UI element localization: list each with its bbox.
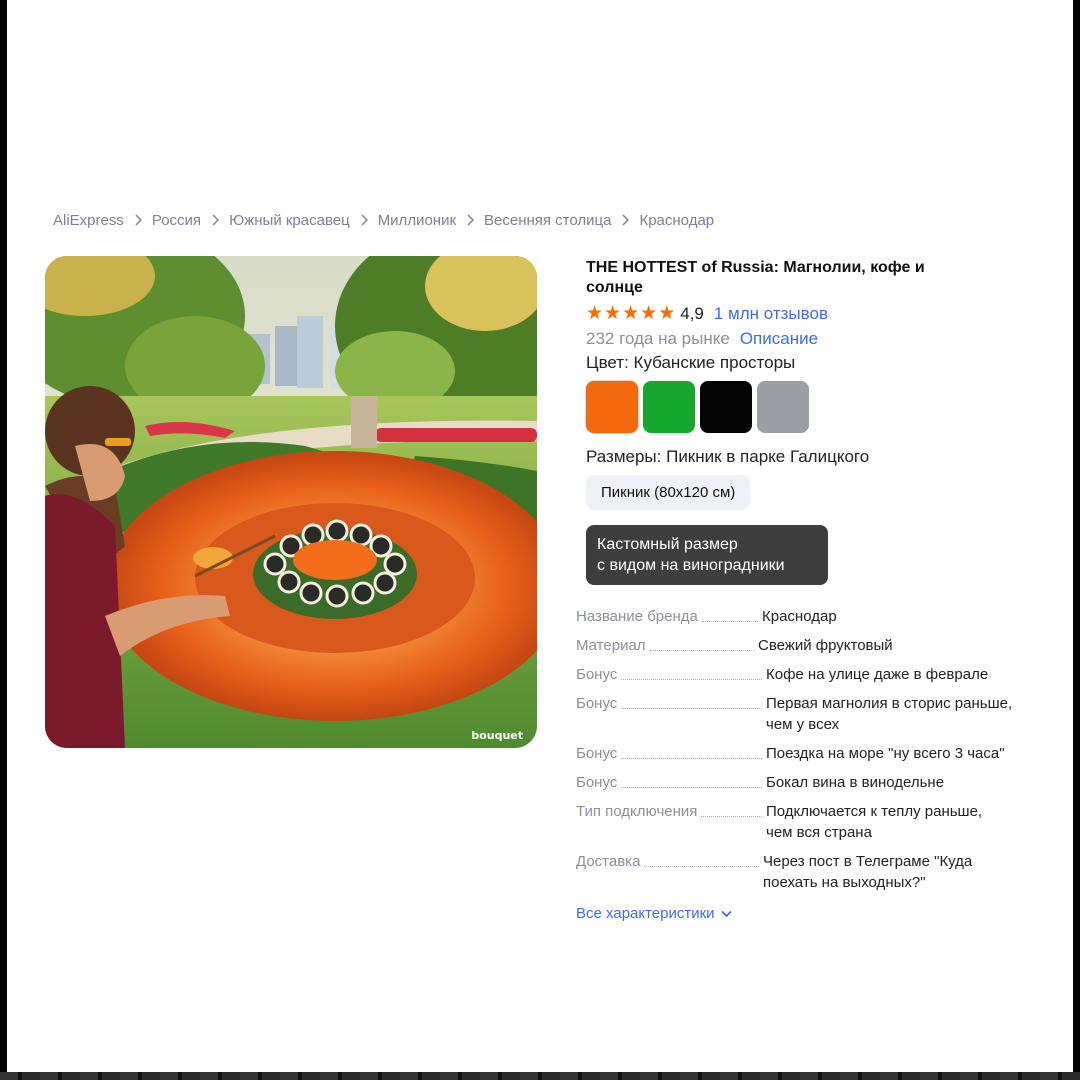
spec-value: Первая магнолия в сторис раньше, чем у в…	[766, 695, 1013, 733]
spec-value: Поездка на море "ну всего 3 часа"	[766, 745, 1005, 762]
custom-size-line1: Кастомный размер	[597, 536, 738, 553]
spec-value: Через пост в Телеграме "Куда поехать на …	[763, 853, 973, 891]
all-specs-label: Все характеристики	[576, 905, 715, 922]
spec-key: Доставка	[576, 853, 641, 870]
breadcrumb-item-aliexpress[interactable]: AliExpress	[53, 212, 124, 229]
spec-row: Доставка Через пост в Телеграме "Куда по…	[576, 851, 1046, 893]
dotted-leader	[621, 664, 762, 680]
dotted-leader	[701, 801, 762, 817]
size-label: Размеры: Пикник в парке Галицкого	[586, 447, 870, 466]
spec-value: Кофе на улице даже в феврале	[766, 666, 989, 683]
spec-row: Материал Свежий фруктовый	[576, 635, 1046, 656]
color-swatch-gray[interactable]	[757, 381, 809, 433]
bottom-edge	[0, 1072, 1080, 1080]
dotted-leader	[649, 635, 754, 651]
color-swatches	[586, 381, 1026, 433]
chevron-right-icon	[611, 212, 639, 229]
product-image[interactable]: bouquet	[45, 256, 537, 748]
star-icon: ★	[622, 303, 640, 324]
star-icon: ★	[658, 303, 676, 324]
chevron-right-icon	[350, 212, 378, 229]
reviews-link[interactable]: 1 млн отзывов	[714, 304, 828, 324]
spec-key: Бонус	[576, 774, 618, 791]
spec-key: Бонус	[576, 666, 618, 683]
dotted-leader	[621, 772, 762, 788]
all-specs-link[interactable]: Все характеристики	[576, 905, 732, 922]
color-label: Цвет: Кубанские просторы	[586, 353, 796, 372]
spec-value: Краснодар	[762, 608, 837, 625]
breadcrumb-item-spring-capital[interactable]: Весенняя столица	[484, 212, 611, 229]
product-info: THE HOTTEST of Russia: Магнолии, кофе и …	[586, 256, 1026, 585]
custom-size-line2: с видом на виноградники	[597, 557, 785, 574]
product-title: THE HOTTEST of Russia: Магнолии, кофе и …	[586, 259, 925, 296]
color-swatch-black[interactable]	[700, 381, 752, 433]
breadcrumb: AliExpress Россия Южный красавец Миллион…	[53, 212, 714, 229]
dotted-leader	[644, 851, 759, 867]
breadcrumb-item-millionik[interactable]: Миллионик	[378, 212, 456, 229]
page: AliExpress Россия Южный красавец Миллион…	[7, 0, 1073, 1072]
seller-row: 232 года на рынке Описание	[586, 327, 1026, 351]
dotted-leader	[701, 606, 758, 622]
spec-key: Бонус	[576, 745, 618, 762]
years-on-market: 232 года на рынке	[586, 329, 730, 348]
rating-row: ★ ★ ★ ★ ★ 4,9 1 млн отзывов	[586, 302, 1026, 326]
breadcrumb-item-russia[interactable]: Россия	[152, 212, 201, 229]
rating-value: 4,9	[680, 304, 704, 323]
size-option-picnic[interactable]: Пикник (80x120 см)	[586, 475, 751, 510]
chevron-down-icon	[720, 905, 732, 922]
star-icon: ★	[586, 303, 604, 324]
star-icon: ★	[640, 303, 658, 324]
chevron-right-icon	[124, 212, 152, 229]
spec-key: Название бренда	[576, 608, 698, 625]
description-link[interactable]: Описание	[740, 329, 818, 349]
spec-row: Бонус Бокал вина в винодельне	[576, 772, 1046, 793]
chevron-right-icon	[456, 212, 484, 229]
spec-value: Бокал вина в винодельне	[766, 774, 945, 791]
color-swatch-green[interactable]	[643, 381, 695, 433]
dotted-leader	[621, 693, 762, 709]
spec-key: Тип подключения	[576, 803, 698, 820]
spec-row: Бонус Кофе на улице даже в феврале	[576, 664, 1046, 685]
spec-value: Подключается к теплу раньше, чем вся стр…	[766, 803, 983, 841]
chevron-right-icon	[201, 212, 229, 229]
custom-size-button[interactable]: Кастомный размер с видом на виноградники	[586, 525, 828, 585]
color-swatch-orange[interactable]	[586, 381, 638, 433]
spec-row: Бонус Первая магнолия в сторис раньше, ч…	[576, 693, 1046, 735]
star-icon: ★	[604, 303, 622, 324]
spec-row: Название бренда Краснодар	[576, 606, 1046, 627]
breadcrumb-item-south[interactable]: Южный красавец	[229, 212, 350, 229]
spec-key: Бонус	[576, 695, 618, 712]
breadcrumb-item-krasnodar[interactable]: Краснодар	[639, 212, 714, 229]
specs-list: Название бренда Краснодар Материал Свежи…	[576, 606, 1046, 923]
spec-row: Бонус Поездка на море "ну всего 3 часа"	[576, 743, 1046, 764]
park-illustration	[45, 256, 537, 748]
spec-key: Материал	[576, 637, 646, 654]
rating-stars: ★ ★ ★ ★ ★	[586, 304, 675, 324]
spec-value: Свежий фруктовый	[758, 637, 893, 654]
dotted-leader	[621, 743, 762, 759]
spec-row: Тип подключения Подключается к теплу ран…	[576, 801, 1046, 843]
image-watermark: bouquet	[471, 729, 523, 742]
